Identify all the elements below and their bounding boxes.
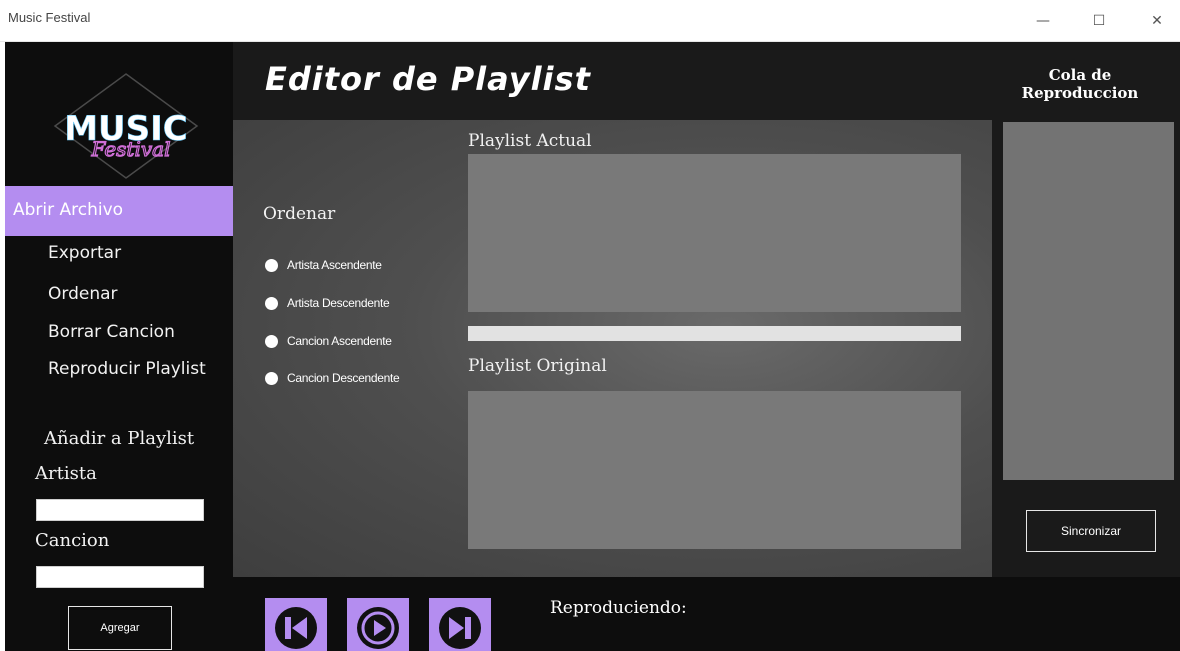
radio-label: Artista Descendente xyxy=(287,296,390,310)
current-playlist-list[interactable] xyxy=(468,154,961,312)
menu-item-borrar-cancion[interactable]: Borrar Cancion xyxy=(48,322,175,342)
minimize-button[interactable]: — xyxy=(1020,0,1066,42)
sort-title: Ordenar xyxy=(263,204,336,224)
music-festival-logo: MUSIC Festival xyxy=(51,70,201,182)
menu-item-abrir-archivo[interactable]: Abrir Archivo xyxy=(5,186,233,236)
window-title: Music Festival xyxy=(8,10,91,25)
menu-item-label: Abrir Archivo xyxy=(13,200,124,220)
radio-button[interactable] xyxy=(265,296,278,310)
radio-button[interactable] xyxy=(265,258,278,272)
song-input[interactable] xyxy=(36,566,204,588)
close-button[interactable]: ✕ xyxy=(1134,0,1180,42)
menu-item-exportar[interactable]: Exportar xyxy=(48,243,121,263)
previous-button[interactable] xyxy=(265,598,327,651)
radio-button[interactable] xyxy=(265,334,278,348)
maximize-button[interactable]: ☐ xyxy=(1076,0,1122,42)
radio-label: Artista Ascendente xyxy=(287,258,382,272)
radio-button[interactable] xyxy=(265,371,278,385)
sort-option-song-desc[interactable]: Cancion Descendente xyxy=(265,371,400,385)
page-title: Editor de Playlist xyxy=(265,60,591,98)
previous-icon xyxy=(275,607,317,649)
artist-label: Artista xyxy=(35,463,97,484)
sort-option-artist-asc[interactable]: Artista Ascendente xyxy=(265,258,382,272)
editor-panel: Ordenar Artista Ascendente Artista Desce… xyxy=(233,120,992,577)
sort-option-song-asc[interactable]: Cancion Ascendente xyxy=(265,334,392,348)
menu-item-ordenar[interactable]: Ordenar xyxy=(48,284,118,304)
add-to-playlist-title: Añadir a Playlist xyxy=(44,428,195,449)
svg-text:Festival: Festival xyxy=(91,137,171,161)
add-button[interactable]: Agregar xyxy=(68,606,172,650)
queue-list[interactable] xyxy=(1003,122,1174,480)
original-playlist-list[interactable] xyxy=(468,391,961,549)
artist-input[interactable] xyxy=(36,499,204,521)
player-bar: Reproduciendo: xyxy=(233,577,1180,651)
sidebar: MUSIC Festival Abrir Archivo Exportar Or… xyxy=(5,42,233,651)
menu-item-reproducir-playlist[interactable]: Reproducir Playlist xyxy=(48,359,206,379)
next-button[interactable] xyxy=(429,598,491,651)
queue-panel: Sincronizar xyxy=(992,120,1180,577)
sort-option-artist-desc[interactable]: Artista Descendente xyxy=(265,296,390,310)
play-button[interactable] xyxy=(347,598,409,651)
now-playing-label: Reproduciendo: xyxy=(550,598,687,618)
window-titlebar: Music Festival — ☐ ✕ xyxy=(0,0,1180,42)
song-label: Cancion xyxy=(35,530,110,551)
queue-title: Cola de Reproduccion xyxy=(1021,66,1139,102)
radio-label: Cancion Ascendente xyxy=(287,334,392,348)
radio-label: Cancion Descendente xyxy=(287,371,400,385)
playback-progress-bar[interactable] xyxy=(468,326,961,341)
current-playlist-title: Playlist Actual xyxy=(468,131,592,151)
sync-button[interactable]: Sincronizar xyxy=(1026,510,1156,552)
original-playlist-title: Playlist Original xyxy=(468,356,607,376)
play-icon xyxy=(357,607,399,649)
header: Editor de Playlist Cola de Reproduccion xyxy=(233,42,1180,120)
next-icon xyxy=(439,607,481,649)
